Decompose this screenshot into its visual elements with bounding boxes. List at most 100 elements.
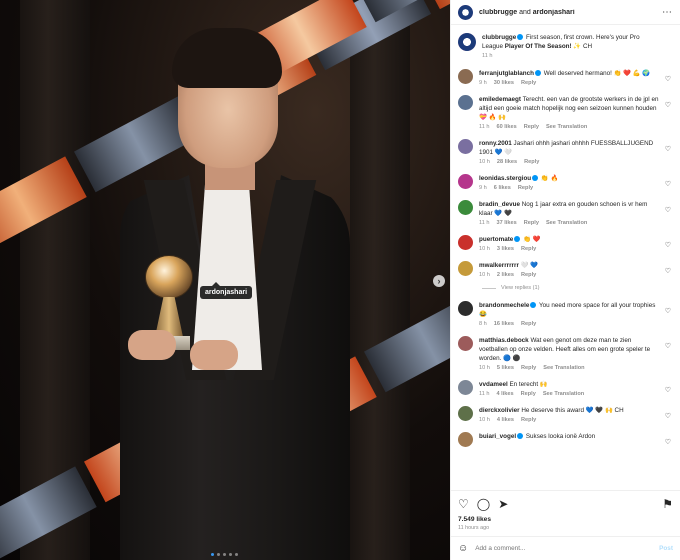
heart-icon[interactable]: ♡	[665, 267, 671, 275]
comment-likes[interactable]: 16 likes	[494, 321, 514, 327]
comment-likes[interactable]: 37 likes	[496, 220, 516, 226]
reply-button[interactable]: Reply	[521, 321, 536, 327]
carousel-dot	[211, 553, 214, 556]
person-hair	[172, 28, 282, 88]
heart-icon[interactable]: ♡	[665, 145, 671, 153]
heart-icon[interactable]: ♡	[665, 101, 671, 109]
commenter-avatar[interactable]	[458, 174, 473, 189]
comment-username[interactable]: dierckxolivier	[479, 407, 520, 414]
commenter-avatar[interactable]	[458, 235, 473, 250]
account-avatar[interactable]	[458, 4, 473, 20]
comment-likes[interactable]: 30 likes	[494, 80, 514, 86]
comment-username[interactable]: mwalkerrrrrrr	[479, 262, 519, 269]
comment-time: 10 h	[479, 417, 490, 423]
comment-username[interactable]: vvdameel	[479, 381, 508, 388]
post-photo[interactable]: ardonjashari ›	[0, 0, 450, 560]
heart-icon[interactable]: ♡	[665, 206, 671, 214]
commenter-avatar[interactable]	[458, 139, 473, 154]
reply-button[interactable]: Reply	[521, 246, 536, 252]
see-translation-button[interactable]: See Translation	[543, 391, 584, 397]
reply-button[interactable]: Reply	[521, 365, 536, 371]
commenter-avatar[interactable]	[458, 95, 473, 110]
reply-button[interactable]: Reply	[518, 185, 533, 191]
comment-item: mwalkerrrrrrr 🤍 💙 10 h 2 likes Reply ♡	[458, 261, 673, 278]
account-avatar[interactable]	[458, 33, 476, 51]
reply-button[interactable]: Reply	[521, 272, 536, 278]
comment-item: buiari_vogel Sukses looka ionë Ardon ♡	[458, 432, 673, 447]
reply-button[interactable]: Reply	[521, 417, 536, 423]
heart-icon[interactable]: ♡	[665, 412, 671, 420]
commenter-avatar[interactable]	[458, 432, 473, 447]
comment-item: vvdameel En terecht 🙌 11 h 4 likes Reply…	[458, 380, 673, 397]
carousel-dot	[217, 553, 220, 556]
heart-icon[interactable]: ♡	[665, 241, 671, 249]
comment-likes[interactable]: 3 likes	[497, 246, 514, 252]
comment-username[interactable]: brandonmechele	[479, 302, 529, 309]
comment-item: ronny.2001 Jashari ohhh jashari ohhhh FU…	[458, 139, 673, 165]
comment-username[interactable]: leonidas.stergiou	[479, 175, 531, 182]
comment-likes[interactable]: 6 likes	[494, 185, 511, 191]
likes-count[interactable]: 7.549 likes	[451, 516, 680, 523]
post-comment-button[interactable]: Post	[659, 545, 673, 552]
reply-button[interactable]: Reply	[524, 220, 539, 226]
comment-likes[interactable]: 5 likes	[497, 365, 514, 371]
heart-icon[interactable]: ♡	[665, 342, 671, 350]
heart-icon[interactable]: ♡	[458, 497, 469, 511]
comment-username[interactable]: emiledemaegt	[479, 96, 521, 103]
comment-item: puertomate 👏 ❤️ 10 h 3 likes Reply ♡	[458, 235, 673, 252]
reply-button[interactable]: Reply	[524, 159, 539, 165]
comment-username[interactable]: puertomate	[479, 236, 513, 243]
next-photo-button[interactable]: ›	[433, 275, 445, 287]
bookmark-icon[interactable]: ⚑	[662, 497, 673, 511]
commenter-avatar[interactable]	[458, 301, 473, 316]
comment-likes[interactable]: 4 likes	[496, 391, 513, 397]
carousel-dot	[235, 553, 238, 556]
heart-icon[interactable]: ♡	[665, 307, 671, 315]
post-caption: clubbrugge First season, first crown. He…	[458, 33, 673, 59]
reply-button[interactable]: Reply	[524, 124, 539, 130]
emoji-icon[interactable]: ☺	[458, 543, 468, 554]
send-icon[interactable]: ➤	[498, 497, 508, 511]
heart-icon[interactable]: ♡	[665, 75, 671, 83]
comment-likes[interactable]: 28 likes	[497, 159, 517, 165]
commenter-avatar[interactable]	[458, 261, 473, 276]
post-header: clubbrugge and ardonjashari ⋯	[451, 0, 680, 25]
comment-username[interactable]: bradin_devue	[479, 201, 520, 208]
comment-username[interactable]: buiari_vogel	[479, 433, 516, 440]
commenter-avatar[interactable]	[458, 336, 473, 351]
heart-icon[interactable]: ♡	[665, 180, 671, 188]
user-tag[interactable]: ardonjashari	[200, 282, 253, 299]
coauthor-username[interactable]: ardonjashari	[533, 9, 575, 16]
reply-button[interactable]: Reply	[521, 391, 536, 397]
comment-item: emiledemaegt Terecht. een van de grootst…	[458, 95, 673, 130]
commenter-avatar[interactable]	[458, 69, 473, 84]
caption-username[interactable]: clubbrugge	[482, 34, 516, 41]
comment-username[interactable]: matthias.debock	[479, 337, 529, 344]
comment-time: 9 h	[479, 80, 487, 86]
commenter-avatar[interactable]	[458, 380, 473, 395]
caption-bold: Player Of The Season!	[504, 43, 572, 50]
commenter-avatar[interactable]	[458, 200, 473, 215]
see-translation-button[interactable]: See Translation	[546, 220, 587, 226]
heart-icon[interactable]: ♡	[665, 386, 671, 394]
heart-icon[interactable]: ♡	[665, 438, 671, 446]
comment-likes[interactable]: 60 likes	[496, 124, 516, 130]
see-translation-button[interactable]: See Translation	[546, 124, 587, 130]
comment-likes[interactable]: 4 likes	[497, 417, 514, 423]
commenter-avatar[interactable]	[458, 406, 473, 421]
comment-item: brandonmechele You need more space for a…	[458, 301, 673, 327]
comment-username[interactable]: ferranjutglablanch	[479, 70, 534, 77]
author-username[interactable]: clubbrugge	[479, 9, 517, 16]
add-comment-input[interactable]	[475, 545, 653, 552]
reply-button[interactable]: Reply	[521, 80, 536, 86]
comment-username[interactable]: ronny.2001	[479, 140, 512, 147]
verified-badge-icon	[514, 235, 521, 242]
more-horizontal-icon[interactable]: ⋯	[662, 7, 673, 18]
comments-list[interactable]: clubbrugge First season, first crown. He…	[451, 25, 680, 490]
comment-time: 11 h	[479, 220, 490, 226]
comment-icon[interactable]: ◯	[477, 497, 490, 511]
comment-likes[interactable]: 2 likes	[497, 272, 514, 278]
view-replies-button[interactable]: View replies (1)	[482, 285, 673, 291]
comment-item: matthias.debock Wat een genot om deze ma…	[458, 336, 673, 371]
see-translation-button[interactable]: See Translation	[543, 365, 584, 371]
